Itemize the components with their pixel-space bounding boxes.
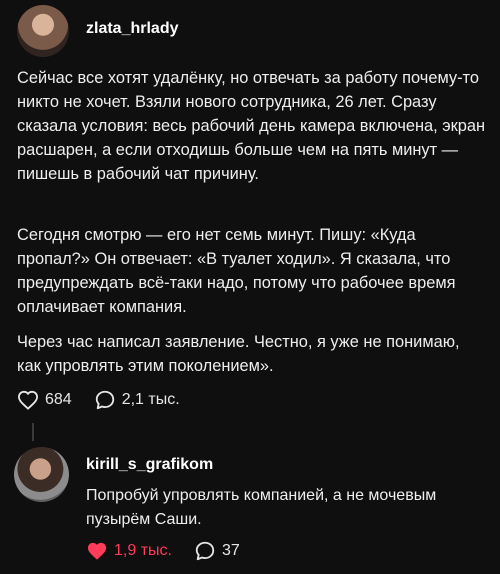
comment-button[interactable]: 2,1 тыс.	[94, 389, 180, 411]
post-card: zlata_hrlady Сейчас все хотят удалёнку, …	[0, 0, 500, 574]
reply-comment-button[interactable]: 37	[194, 540, 240, 562]
post-author-username[interactable]: zlata_hrlady	[86, 20, 178, 38]
reply-text: Попробуй упровлять компанией, а не мочев…	[86, 487, 437, 528]
reply-actions: 1,9 тыс. 37	[86, 540, 262, 562]
post-actions: 684 2,1 тыс.	[17, 389, 202, 411]
post-paragraph: Сейчас все хотят удалёнку, но отвечать з…	[17, 69, 486, 183]
avatar[interactable]	[17, 5, 69, 57]
reply-like-button[interactable]: 1,9 тыс.	[86, 541, 172, 561]
like-count: 684	[45, 391, 72, 408]
reply-comment-count: 37	[221, 542, 240, 559]
heart-filled-icon	[87, 542, 107, 560]
reply-avatar[interactable]	[14, 447, 69, 502]
thread-line	[32, 423, 34, 441]
speech-bubble-icon	[95, 390, 114, 410]
like-button[interactable]: 684	[17, 390, 72, 410]
reply-author-username[interactable]: kirill_s_grafikom	[86, 456, 213, 474]
post-paragraph: Через час написал заявление. Честно, я у…	[17, 333, 460, 375]
post-paragraph: Сегодня смотрю — его нет семь минут. Пиш…	[17, 226, 456, 316]
reply-like-count: 1,9 тыс.	[114, 542, 172, 559]
speech-bubble-icon	[195, 541, 215, 561]
comment-count: 2,1 тыс.	[121, 391, 180, 408]
heart-outline-icon	[17, 390, 39, 410]
